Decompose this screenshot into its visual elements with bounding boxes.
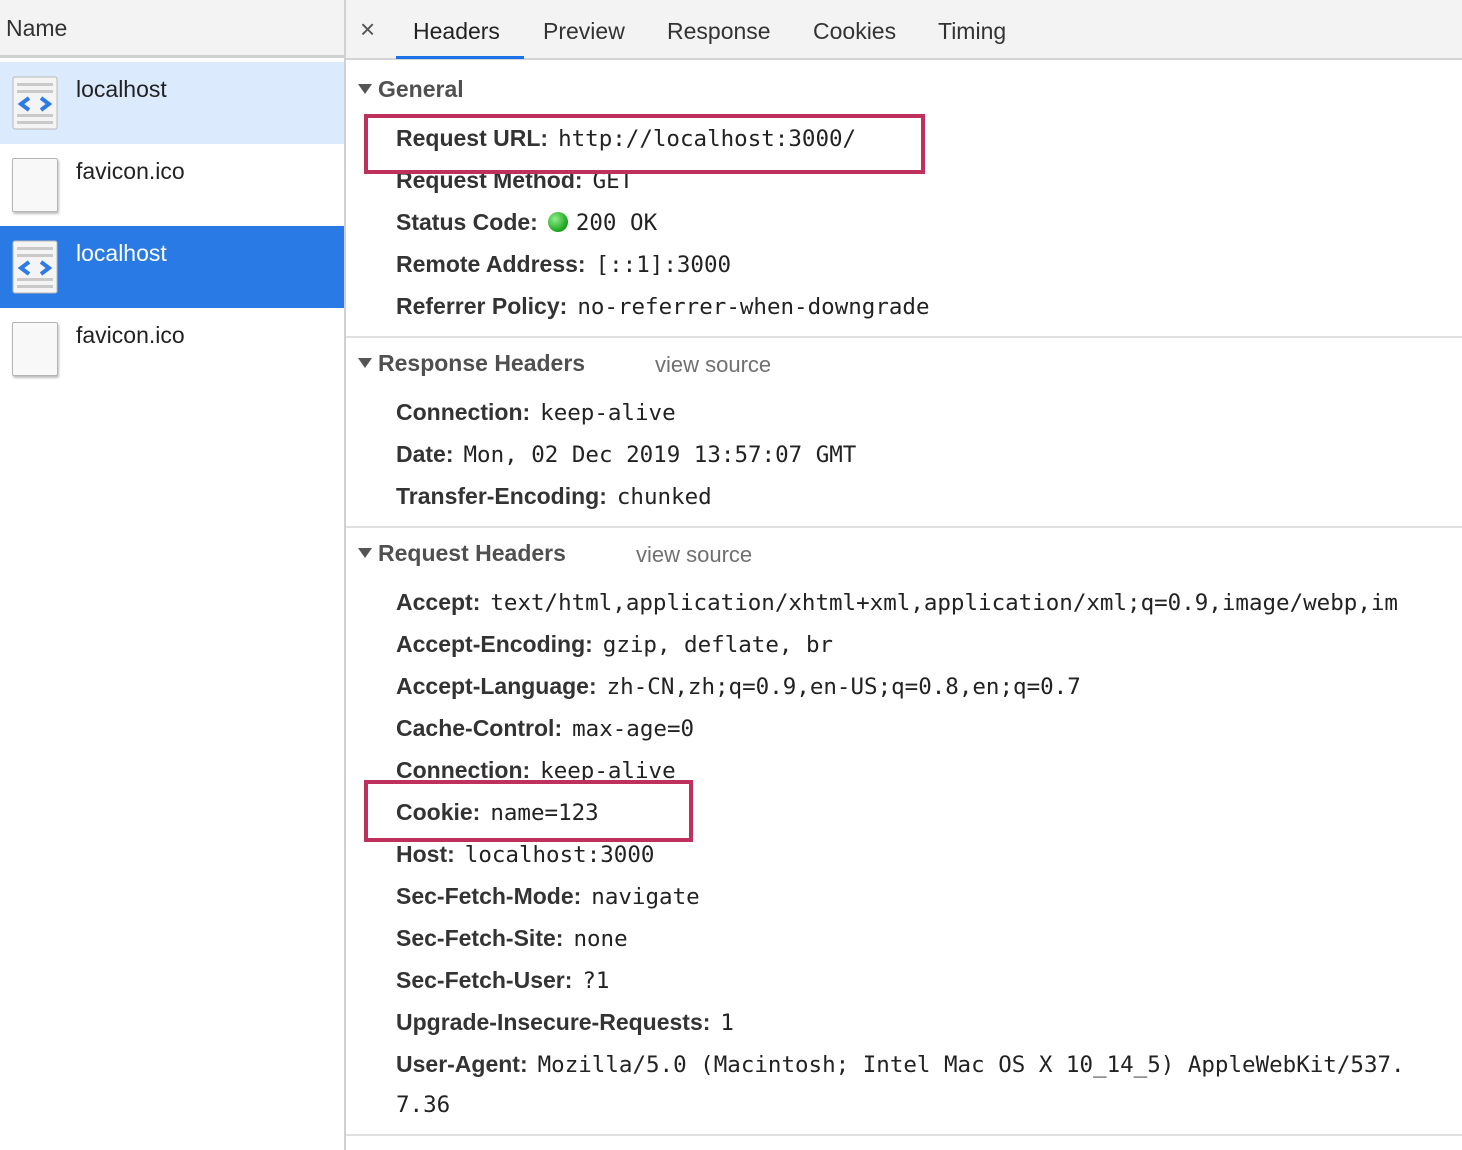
tab-cookies[interactable]: Cookies: [813, 16, 896, 46]
header-value: gzip, deflate, br: [602, 632, 834, 658]
collapse-triangle-icon: [358, 547, 372, 558]
header-row-connection: Connection: keep-alive: [396, 397, 676, 428]
header-value: ?1: [582, 968, 610, 994]
header-key: Remote Address:: [396, 251, 586, 277]
request-row-localhost-1[interactable]: localhost: [0, 62, 344, 144]
header-row-sec-fetch-mode: Sec-Fetch-Mode: navigate: [396, 881, 700, 912]
header-value: text/html,application/xhtml+xml,applicat…: [490, 590, 1398, 616]
header-key: Date:: [396, 441, 454, 467]
tab-response[interactable]: Response: [667, 16, 771, 46]
highlight-box-cookie: [364, 780, 693, 842]
header-row-host: Host: localhost:3000: [396, 839, 654, 870]
header-value: zh-CN,zh;q=0.9,en-US;q=0.8,en;q=0.7: [606, 674, 1081, 700]
blank-file-icon: [12, 158, 58, 212]
header-row-accept-encoding: Accept-Encoding: gzip, deflate, br: [396, 629, 833, 660]
document-icon: [12, 240, 58, 294]
request-name: favicon.ico: [76, 322, 185, 348]
header-row-transfer-encoding: Transfer-Encoding: chunked: [396, 481, 712, 512]
header-key: Cache-Control:: [396, 715, 563, 741]
view-source-link[interactable]: view source: [636, 542, 752, 568]
header-value: none: [573, 926, 628, 952]
header-key: User-Agent:: [396, 1051, 528, 1077]
headers-panel: × Headers Preview Response Cookies Timin…: [346, 0, 1462, 1150]
tab-headers[interactable]: Headers: [413, 16, 500, 46]
request-row-favicon-2[interactable]: favicon.ico: [0, 308, 344, 390]
header-value: 200 OK: [575, 210, 658, 236]
header-key: Referrer Policy:: [396, 293, 568, 319]
request-name: localhost: [76, 240, 167, 266]
collapse-triangle-icon: [358, 83, 372, 94]
section-title: Request Headers: [378, 540, 566, 566]
request-name: favicon.ico: [76, 158, 185, 184]
header-key: Sec-Fetch-User:: [396, 967, 573, 993]
section-title: General: [378, 76, 464, 102]
header-row-accept-language: Accept-Language: zh-CN,zh;q=0.9,en-US;q=0…: [396, 671, 1081, 702]
name-column-header[interactable]: Name: [0, 0, 344, 58]
section-divider: [346, 1134, 1462, 1136]
header-value: localhost:3000: [464, 842, 655, 868]
header-key: Sec-Fetch-Site:: [396, 925, 564, 951]
request-list-panel: Name localhost favicon.ico localhost fav…: [0, 0, 346, 1150]
header-value: [::1]:3000: [595, 252, 732, 278]
header-row-sec-fetch-user: Sec-Fetch-User: ?1: [396, 965, 609, 996]
response-headers-section-header[interactable]: Response Headers: [358, 350, 585, 377]
header-key: Status Code:: [396, 209, 538, 235]
view-source-link[interactable]: view source: [655, 352, 771, 378]
header-value: keep-alive: [540, 400, 676, 426]
request-row-favicon-1[interactable]: favicon.ico: [0, 144, 344, 226]
header-row-date: Date: Mon, 02 Dec 2019 13:57:07 GMT: [396, 439, 856, 470]
header-row-user-agent: User-Agent: Mozilla/5.0 (Macintosh; Intel…: [396, 1049, 1405, 1080]
request-name: localhost: [76, 76, 167, 102]
blank-file-icon: [12, 322, 58, 376]
header-key: Accept-Language:: [396, 673, 597, 699]
general-section-header[interactable]: General: [358, 76, 464, 103]
close-icon[interactable]: ×: [360, 14, 375, 44]
header-value: navigate: [591, 884, 700, 910]
section-divider: [346, 336, 1462, 338]
header-row-sec-fetch-site: Sec-Fetch-Site: none: [396, 923, 628, 954]
request-row-localhost-2[interactable]: localhost: [0, 226, 344, 308]
header-row-referrer-policy: Referrer Policy: no-referrer-when-downgra…: [396, 291, 930, 322]
tab-preview[interactable]: Preview: [543, 16, 625, 46]
status-ok-icon: [547, 212, 568, 232]
document-icon: [12, 76, 58, 130]
header-key: Sec-Fetch-Mode:: [396, 883, 582, 909]
header-key: Host:: [396, 841, 455, 867]
header-row-user-agent-wrap: 7.36: [396, 1089, 450, 1120]
header-key: Accept-Encoding:: [396, 631, 593, 657]
header-key: Connection:: [396, 399, 531, 425]
header-value: max-age=0: [572, 716, 695, 742]
header-value: chunked: [616, 484, 712, 510]
header-row-cache-control: Cache-Control: max-age=0: [396, 713, 694, 744]
header-row-status-code: Status Code: 200 OK: [396, 207, 657, 238]
tab-bar: × Headers Preview Response Cookies Timin…: [346, 0, 1462, 60]
highlight-box-request-url: [364, 114, 925, 174]
header-key: Transfer-Encoding:: [396, 483, 607, 509]
header-value: Mon, 02 Dec 2019 13:57:07 GMT: [463, 442, 857, 468]
header-value: no-referrer-when-downgrade: [577, 294, 930, 320]
header-value: Mozilla/5.0 (Macintosh; Intel Mac OS X 1…: [537, 1052, 1405, 1078]
header-key: Accept:: [396, 589, 481, 615]
section-title: Response Headers: [378, 350, 586, 376]
header-key: Upgrade-Insecure-Requests:: [396, 1009, 711, 1035]
header-row-upgrade-insecure-requests: Upgrade-Insecure-Requests: 1: [396, 1007, 734, 1038]
section-divider: [346, 526, 1462, 528]
header-row-accept: Accept: text/html,application/xhtml+xml,a…: [396, 587, 1398, 618]
active-tab-indicator: [396, 56, 524, 59]
header-value: 1: [720, 1010, 734, 1036]
header-value: 7.36: [396, 1092, 451, 1118]
tab-timing[interactable]: Timing: [938, 16, 1006, 46]
header-row-remote-address: Remote Address: [::1]:3000: [396, 249, 731, 280]
collapse-triangle-icon: [358, 357, 372, 368]
request-headers-section-header[interactable]: Request Headers: [358, 540, 566, 567]
